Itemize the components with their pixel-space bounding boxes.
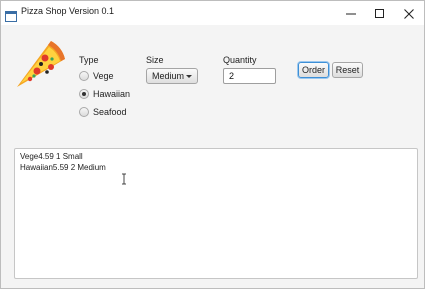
minimize-icon (346, 4, 356, 23)
radio-seafood-label: Seafood (93, 107, 127, 117)
radio-indicator-selected[interactable] (79, 89, 89, 99)
size-label: Size (146, 55, 164, 65)
type-label: Type (79, 55, 99, 65)
size-dropdown[interactable]: Medium (146, 68, 198, 84)
radio-vege-label: Vege (93, 71, 114, 81)
quantity-input[interactable]: 2 (223, 68, 276, 84)
radio-indicator[interactable] (79, 107, 89, 117)
radio-indicator[interactable] (79, 71, 89, 81)
close-icon (404, 4, 414, 23)
app-window: Pizza Shop Version 0.1 Type Vege Hawaiia… (0, 0, 425, 289)
radio-hawaiian-label: Hawaiian (93, 89, 131, 99)
radio-vege[interactable]: Vege (79, 71, 114, 81)
output-line: Hawaiian5.59 2 Medium (20, 163, 106, 172)
quantity-label: Quantity (223, 55, 257, 65)
reset-button[interactable]: Reset (332, 62, 363, 78)
output-line: Vege4.59 1 Small (20, 152, 83, 161)
window-title: Pizza Shop Version 0.1 (21, 6, 115, 16)
pizza-slice-icon (15, 39, 67, 89)
close-button[interactable] (392, 1, 425, 25)
radio-seafood[interactable]: Seafood (79, 107, 127, 117)
order-output-area[interactable]: Vege4.59 1 Small Hawaiian5.59 2 Medium (14, 148, 418, 279)
order-button[interactable]: Order (298, 62, 329, 78)
maximize-icon (375, 4, 385, 23)
app-window-icon (5, 7, 17, 22)
size-selected-value: Medium (152, 71, 185, 81)
radio-hawaiian[interactable]: Hawaiian (79, 89, 130, 99)
chevron-down-icon (186, 75, 192, 78)
title-bar[interactable]: Pizza Shop Version 0.1 (1, 1, 424, 25)
text-cursor-icon (121, 170, 127, 185)
main-panel: Type Vege Hawaiian Seafood Size Medium Q… (1, 25, 424, 288)
